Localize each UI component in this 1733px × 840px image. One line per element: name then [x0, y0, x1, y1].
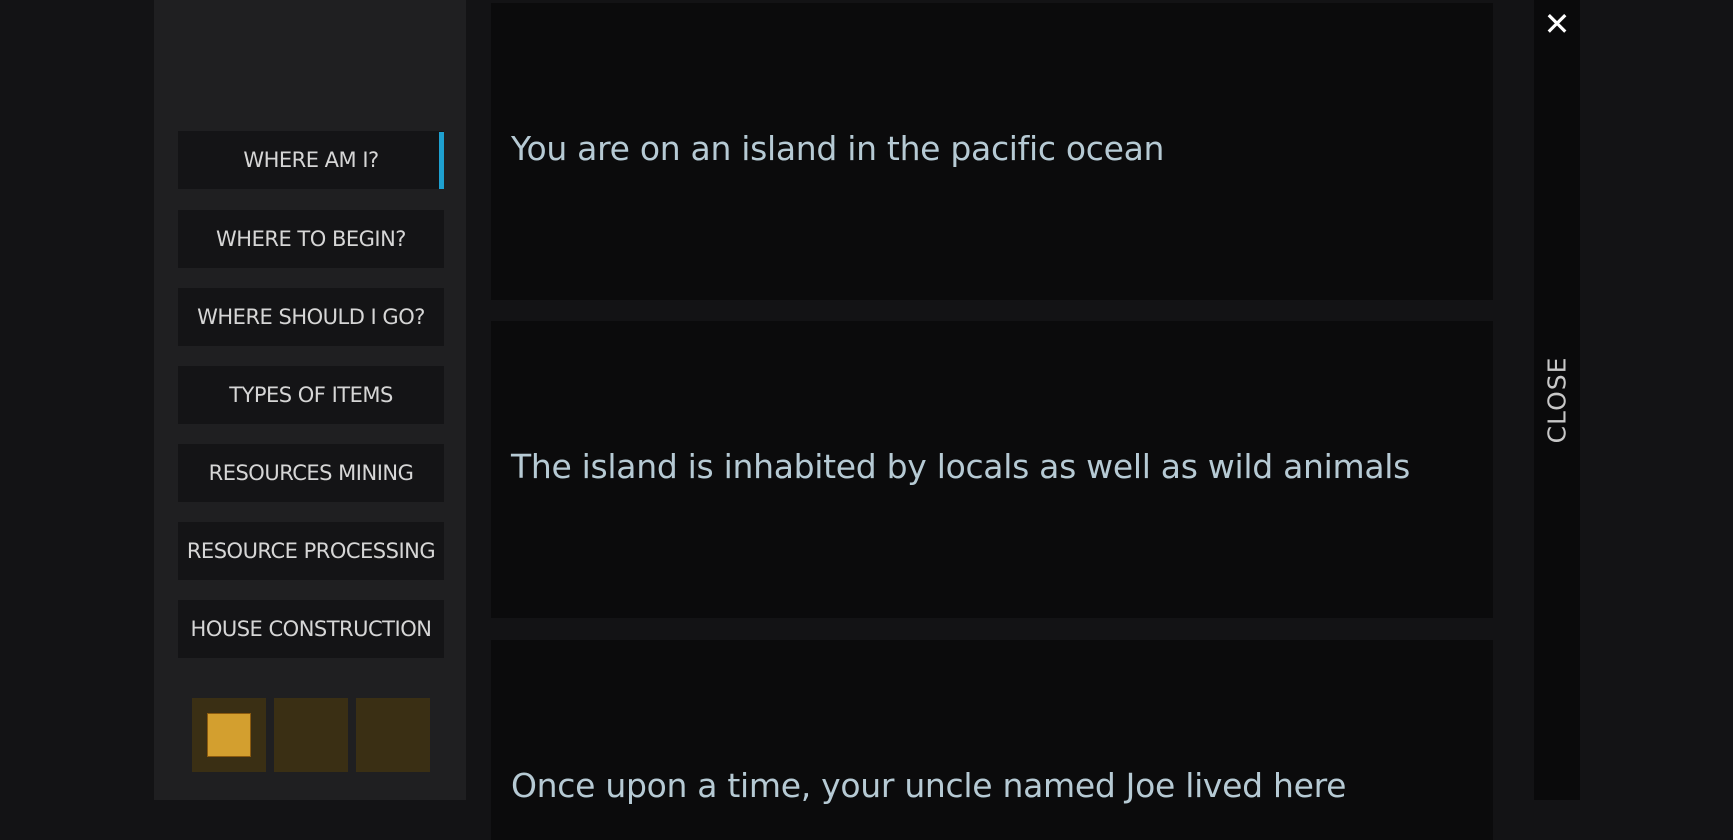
menu-item-label: RESOURCE PROCESSING	[186, 539, 436, 563]
menu-item-types-of-items[interactable]: TYPES OF ITEMS	[178, 366, 444, 424]
info-card: The island is inhabited by locals as wel…	[491, 321, 1493, 618]
menu-item-house-construction[interactable]: HOUSE CONSTRUCTION	[178, 600, 444, 658]
info-card-text: You are on an island in the pacific ocea…	[511, 129, 1165, 168]
menu-item-label: TYPES OF ITEMS	[229, 383, 393, 407]
menu-item-where-should-i-go[interactable]: WHERE SHOULD I GO?	[178, 288, 444, 346]
help-sidebar: WHERE AM I? WHERE TO BEGIN? WHERE SHOULD…	[154, 0, 466, 800]
close-label: CLOSE	[1542, 356, 1572, 444]
close-x-icon[interactable]: ✕	[1534, 6, 1580, 42]
page-indicator	[192, 698, 430, 772]
page-1-indicator[interactable]	[192, 698, 266, 772]
menu-item-where-am-i[interactable]: WHERE AM I?	[178, 131, 444, 189]
menu-item-label: WHERE AM I?	[243, 148, 379, 172]
info-card-text: Once upon a time, your uncle named Joe l…	[511, 766, 1347, 805]
menu-item-resource-processing[interactable]: RESOURCE PROCESSING	[178, 522, 444, 580]
close-panel-button[interactable]: ✕ CLOSE	[1534, 0, 1580, 800]
menu-item-where-to-begin[interactable]: WHERE TO BEGIN?	[178, 210, 444, 268]
menu-item-resources-mining[interactable]: RESOURCES MINING	[178, 444, 444, 502]
info-card: You are on an island in the pacific ocea…	[491, 3, 1493, 300]
menu-item-label: HOUSE CONSTRUCTION	[190, 617, 432, 641]
page-3-indicator[interactable]	[356, 698, 430, 772]
menu-item-label: WHERE TO BEGIN?	[216, 227, 406, 251]
help-content-list: You are on an island in the pacific ocea…	[491, 3, 1493, 840]
menu-item-label: RESOURCES MINING	[208, 461, 414, 485]
info-card-text: The island is inhabited by locals as wel…	[511, 447, 1411, 486]
active-page-marker	[207, 713, 251, 757]
info-card: Once upon a time, your uncle named Joe l…	[491, 640, 1493, 840]
page-2-indicator[interactable]	[274, 698, 348, 772]
menu-item-label: WHERE SHOULD I GO?	[197, 305, 425, 329]
